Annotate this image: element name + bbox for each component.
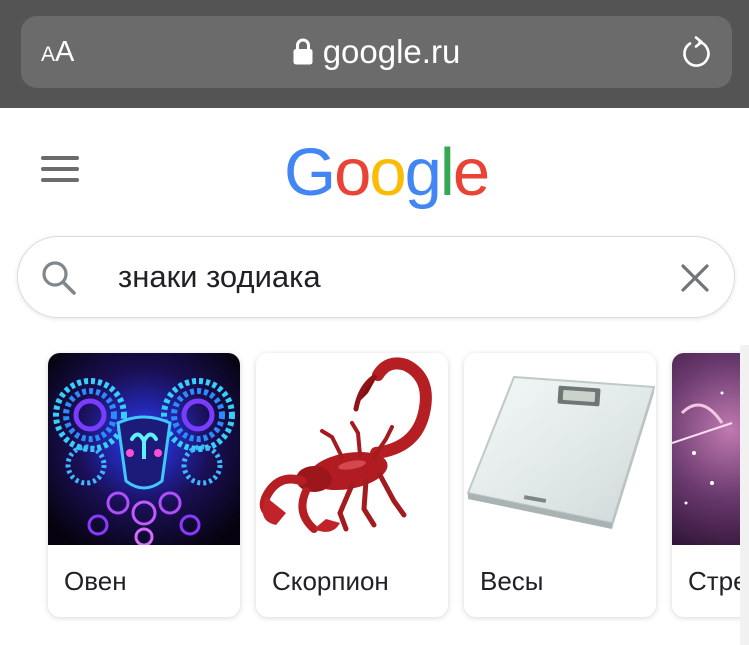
carousel-card-label: Весы <box>480 566 544 596</box>
logo-letter: g <box>404 135 442 210</box>
carousel-card-aries[interactable]: Овен <box>48 353 240 617</box>
carousel-card-sagittarius[interactable]: Стре <box>672 353 749 617</box>
address-bar[interactable]: AA google.ru <box>21 16 732 88</box>
carousel-card-scorpio[interactable]: Скорпион <box>256 353 448 617</box>
zodiac-carousel[interactable]: Овен Скорпион Весы Стре <box>0 345 749 645</box>
scorpion-image <box>256 353 448 545</box>
carousel-card-label: Овен <box>64 566 127 596</box>
carousel-card-label: Скорпион <box>272 566 389 596</box>
logo-letter: l <box>439 135 455 210</box>
sagittarius-image <box>672 353 749 545</box>
search-box[interactable]: знаки зодиака <box>17 236 735 318</box>
clear-icon[interactable] <box>678 261 712 295</box>
hamburger-menu-icon[interactable] <box>41 155 81 183</box>
logo-letter: G <box>284 135 336 210</box>
aries-image <box>48 353 240 545</box>
address-display[interactable]: google.ru <box>21 34 732 70</box>
reload-icon[interactable] <box>680 35 712 69</box>
logo-letter: o <box>334 135 371 210</box>
address-text: google.ru <box>322 33 461 70</box>
google-logo[interactable]: Google <box>284 133 490 213</box>
lock-icon <box>293 38 313 65</box>
logo-letter: e <box>452 135 490 210</box>
scale-image <box>464 353 656 545</box>
browser-toolbar: AA google.ru <box>0 0 749 108</box>
carousel-card-label: Стре <box>688 566 748 596</box>
search-icon[interactable] <box>40 259 78 297</box>
search-input[interactable]: знаки зодиака <box>118 259 321 295</box>
carousel-edge <box>740 345 749 645</box>
logo-letter: o <box>369 135 406 210</box>
carousel-card-libra[interactable]: Весы <box>464 353 656 617</box>
